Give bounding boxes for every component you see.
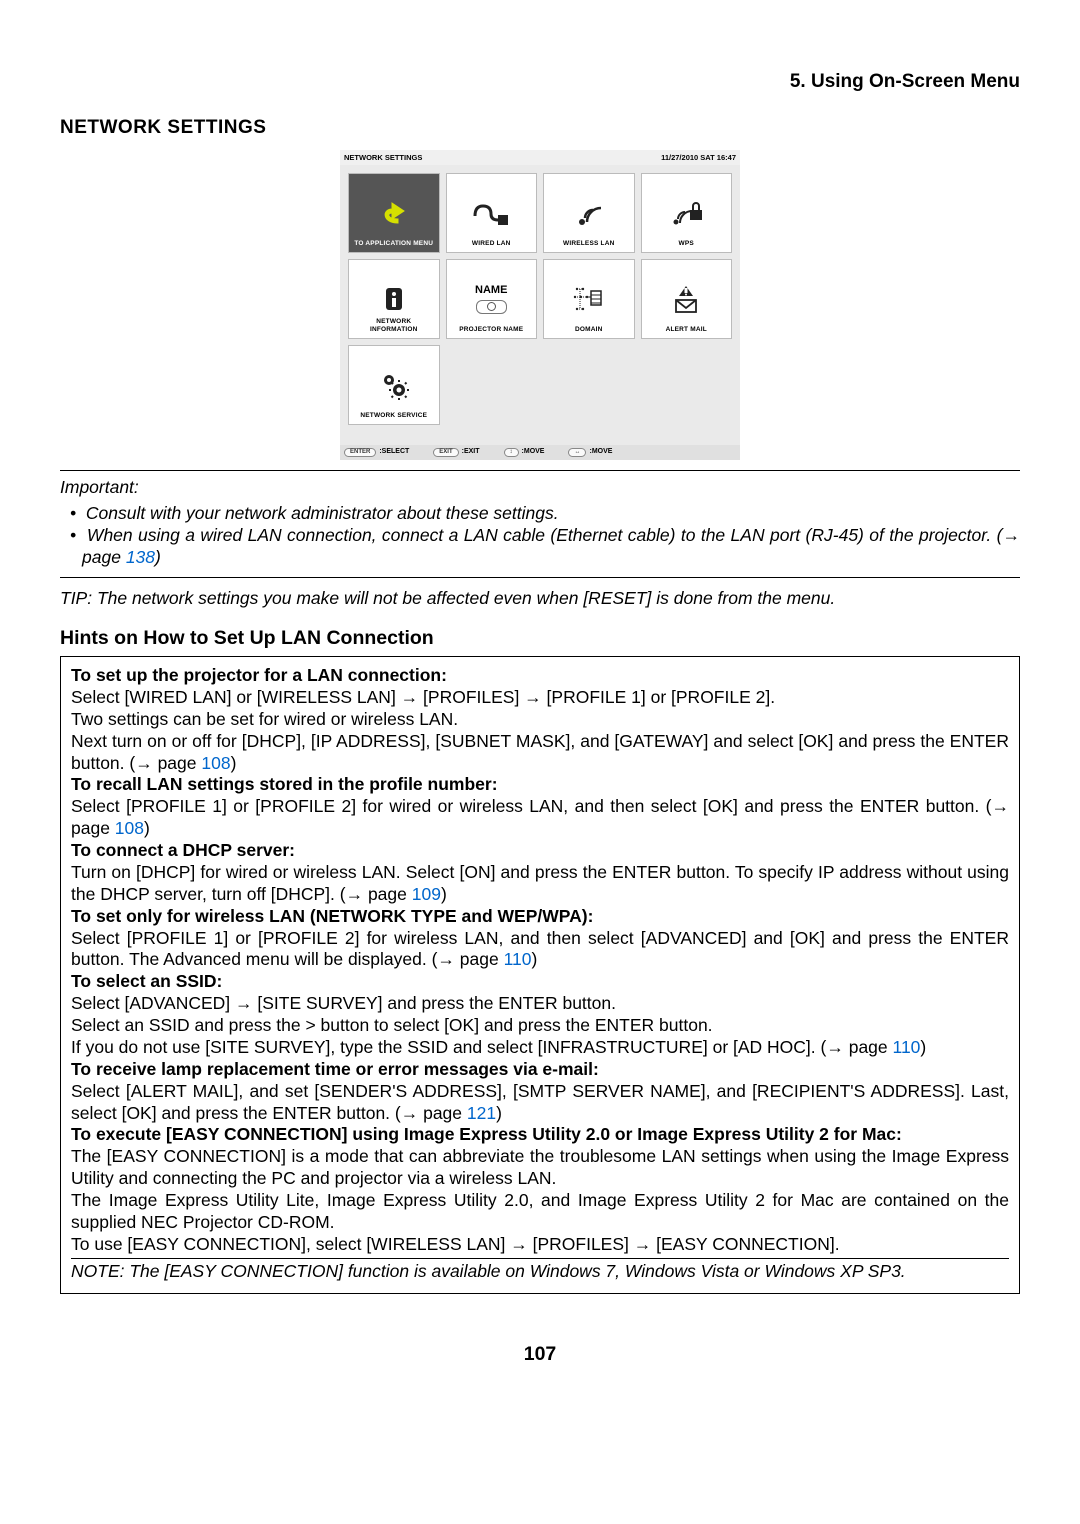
page-ref-110[interactable]: 110 bbox=[504, 949, 532, 969]
tile-wps[interactable]: WPS bbox=[641, 173, 733, 253]
hint-text: Select [PROFILE 1] or [PROFILE 2] for wi… bbox=[71, 928, 1009, 972]
hints-box: To set up the projector for a LAN connec… bbox=[60, 656, 1020, 1294]
ns-footer: ENTER:SELECT EXIT:EXIT ↕:MOVE ↔:MOVE bbox=[340, 445, 740, 461]
hints-heading: Hints on How to Set Up LAN Connection bbox=[60, 624, 1020, 653]
hint-text: Two settings can be set for wired or wir… bbox=[71, 709, 1009, 731]
page-number: 107 bbox=[60, 1342, 1020, 1366]
ns-title: NETWORK SETTINGS bbox=[344, 153, 422, 162]
tile-domain[interactable]: DOMAIN bbox=[543, 259, 635, 339]
hint-h5: To select an SSID: bbox=[71, 971, 1009, 993]
hint-text: Turn on [DHCP] for wired or wireless LAN… bbox=[71, 862, 1009, 906]
cable-icon bbox=[471, 196, 511, 230]
page-ref-108[interactable]: 108 bbox=[201, 753, 230, 773]
hint-text: Select [ALERT MAIL], and set [SENDER'S A… bbox=[71, 1081, 1009, 1125]
section-title: NETWORK SETTINGS bbox=[60, 116, 1020, 140]
page-ref-138[interactable]: 138 bbox=[126, 547, 155, 567]
hint-h1: To set up the projector for a LAN connec… bbox=[71, 665, 1009, 687]
back-arrow-icon bbox=[374, 196, 414, 230]
hint-text: Next turn on or off for [DHCP], [IP ADDR… bbox=[71, 731, 1009, 775]
page-ref-121[interactable]: 121 bbox=[467, 1103, 496, 1123]
divider bbox=[60, 470, 1020, 471]
hint-h7: To execute [EASY CONNECTION] using Image… bbox=[71, 1124, 1009, 1146]
hint-h2: To recall LAN settings stored in the pro… bbox=[71, 774, 1009, 796]
name-icon: NAME bbox=[471, 282, 511, 316]
tile-network-information[interactable]: NETWORK INFORMATION bbox=[348, 259, 440, 339]
tile-alert-mail[interactable]: ALERT MAIL bbox=[641, 259, 733, 339]
mail-alert-icon bbox=[666, 282, 706, 316]
hint-text: Select [WIRED LAN] or [WIRELESS LAN] → [… bbox=[71, 687, 1009, 709]
info-icon bbox=[374, 282, 414, 316]
hint-text: The [EASY CONNECTION] is a mode that can… bbox=[71, 1146, 1009, 1190]
hint-text: Select an SSID and press the > button to… bbox=[71, 1015, 1009, 1037]
hint-text: Select [PROFILE 1] or [PROFILE 2] for wi… bbox=[71, 796, 1009, 840]
document-page: 5. Using On-Screen Menu NETWORK SETTINGS… bbox=[0, 0, 1080, 1406]
hint-text: Select [ADVANCED] → [SITE SURVEY] and pr… bbox=[71, 993, 1009, 1015]
tile-projector-name[interactable]: NAME PROJECTOR NAME bbox=[446, 259, 538, 339]
divider bbox=[71, 1258, 1009, 1259]
ns-datetime: 11/27/2010 SAT 16:47 bbox=[661, 153, 736, 162]
hint-h3: To connect a DHCP server: bbox=[71, 840, 1009, 862]
chapter-title: 5. Using On-Screen Menu bbox=[60, 70, 1020, 94]
divider bbox=[60, 577, 1020, 578]
wifi-icon bbox=[569, 196, 609, 230]
tile-wired-lan[interactable]: WIRED LAN bbox=[446, 173, 538, 253]
page-ref-108[interactable]: 108 bbox=[115, 818, 144, 838]
domain-icon bbox=[569, 282, 609, 316]
wifi-lock-icon bbox=[666, 196, 706, 230]
important-label: Important: bbox=[60, 477, 1020, 499]
page-ref-110[interactable]: 110 bbox=[893, 1037, 921, 1057]
note-text: NOTE: The [EASY CONNECTION] function is … bbox=[71, 1261, 1009, 1283]
hint-text: To use [EASY CONNECTION], select [WIRELE… bbox=[71, 1234, 1009, 1256]
tile-wireless-lan[interactable]: WIRELESS LAN bbox=[543, 173, 635, 253]
page-ref-109[interactable]: 109 bbox=[412, 884, 441, 904]
tile-network-service[interactable]: NETWORK SERVICE bbox=[348, 345, 440, 425]
important-list: • Consult with your network administrato… bbox=[60, 503, 1020, 569]
gears-icon bbox=[374, 368, 414, 402]
tip-text: TIP: The network settings you make will … bbox=[60, 588, 1020, 610]
network-settings-screenshot: NETWORK SETTINGS 11/27/2010 SAT 16:47 TO… bbox=[340, 150, 740, 461]
hint-h4: To set only for wireless LAN (NETWORK TY… bbox=[71, 906, 1009, 928]
tile-to-application-menu[interactable]: TO APPLICATION MENU bbox=[348, 173, 440, 253]
hint-text: If you do not use [SITE SURVEY], type th… bbox=[71, 1037, 1009, 1059]
hint-text: The Image Express Utility Lite, Image Ex… bbox=[71, 1190, 1009, 1234]
hint-h6: To receive lamp replacement time or erro… bbox=[71, 1059, 1009, 1081]
